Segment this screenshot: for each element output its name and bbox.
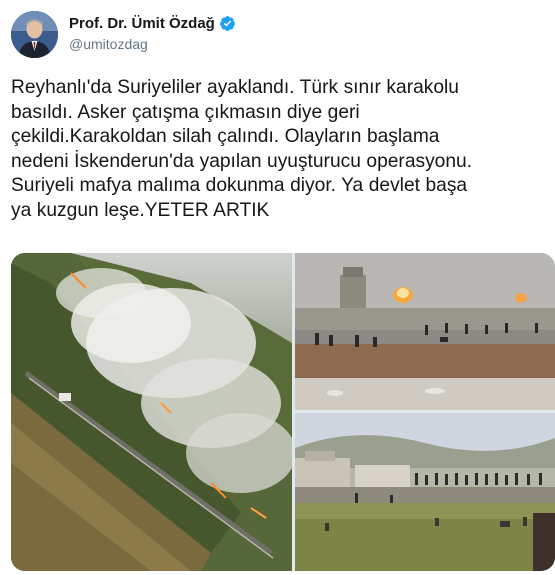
photo-border-fire[interactable] <box>11 253 292 571</box>
tweet-header: Prof. Dr. Ümit Özdağ @umitozdag <box>11 8 541 60</box>
author-handle[interactable]: @umitozdag <box>69 36 148 52</box>
media-grid <box>11 253 555 571</box>
author-display-name[interactable]: Prof. Dr. Ümit Özdağ <box>69 15 215 32</box>
avatar[interactable] <box>11 11 58 58</box>
author-name-row: Prof. Dr. Ümit Özdağ <box>69 15 236 32</box>
verified-badge-icon <box>219 15 236 32</box>
tweet-text: Reyhanlı'da Suriyeliler ayaklandı. Türk … <box>11 77 473 221</box>
photo-crowd-at-wall[interactable] <box>295 413 555 571</box>
photo-border-post-crowd[interactable] <box>295 253 555 410</box>
